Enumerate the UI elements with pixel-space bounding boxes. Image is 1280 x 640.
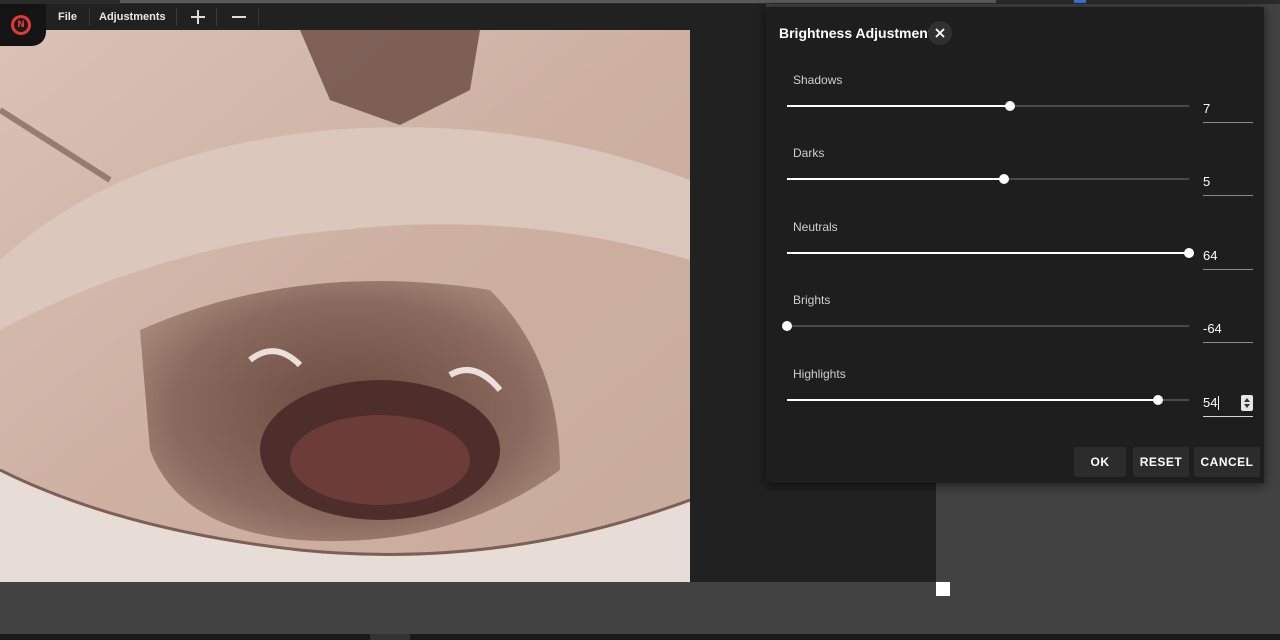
- resize-handle[interactable]: [936, 582, 950, 596]
- darks-slider[interactable]: [787, 174, 1189, 184]
- menu-file[interactable]: File: [50, 4, 85, 30]
- slider-thumb[interactable]: [782, 321, 792, 331]
- slider-fill: [787, 252, 1189, 254]
- slider-fill: [787, 178, 1005, 180]
- slider-label: Highlights: [793, 367, 846, 381]
- status-bar: [0, 634, 1280, 640]
- brights-input[interactable]: -64: [1203, 320, 1253, 343]
- neutrals-input[interactable]: 64: [1203, 247, 1253, 270]
- slider-thumb[interactable]: [1152, 395, 1163, 405]
- slider-row-neutrals: Neutrals 64: [766, 220, 1264, 290]
- slider-row-darks: Darks 5: [766, 146, 1264, 216]
- text-caret: [1218, 396, 1219, 410]
- highlights-input[interactable]: 54: [1203, 394, 1253, 417]
- dialog-title: Brightness Adjustment: [779, 25, 933, 41]
- logo-icon: N: [11, 15, 31, 35]
- menu-divider: [216, 8, 217, 26]
- slider-label: Shadows: [793, 73, 843, 87]
- edited-photo: [0, 30, 690, 582]
- indicator: [1074, 0, 1086, 3]
- cancel-button[interactable]: CANCEL: [1194, 447, 1260, 477]
- minus-icon: [232, 16, 246, 18]
- darks-input[interactable]: 5: [1203, 173, 1253, 196]
- menu-divider: [176, 8, 177, 26]
- close-button[interactable]: [928, 21, 952, 45]
- shadows-input[interactable]: 7: [1203, 100, 1253, 123]
- menu-divider: [258, 8, 259, 26]
- slider-label: Darks: [793, 146, 825, 160]
- slider-fill: [787, 399, 1158, 401]
- close-icon: [935, 28, 945, 38]
- status-tab: [370, 634, 410, 640]
- spinner-arrows-icon: [1244, 398, 1250, 408]
- shadows-slider[interactable]: [787, 101, 1189, 111]
- horizontal-scrollbar[interactable]: [120, 0, 996, 3]
- slider-thumb[interactable]: [999, 174, 1010, 184]
- menu-divider: [89, 8, 90, 26]
- slider-label: Brights: [793, 293, 831, 307]
- number-spinner[interactable]: [1241, 395, 1253, 411]
- zoom-out-button[interactable]: [225, 4, 253, 30]
- reset-button[interactable]: RESET: [1133, 447, 1189, 477]
- brights-slider[interactable]: [782, 321, 1189, 331]
- neutrals-slider[interactable]: [787, 248, 1194, 258]
- app-logo[interactable]: N: [0, 4, 46, 46]
- slider-thumb[interactable]: [1184, 248, 1194, 258]
- highlights-slider[interactable]: [787, 395, 1189, 405]
- zoom-in-button[interactable]: [184, 4, 212, 30]
- menu-adjustments[interactable]: Adjustments: [91, 4, 174, 30]
- image-canvas[interactable]: [0, 30, 690, 582]
- slider-row-highlights: Highlights 54: [766, 367, 1264, 437]
- ok-button[interactable]: OK: [1074, 447, 1126, 477]
- slider-row-brights: Brights -64: [766, 293, 1264, 363]
- brightness-dialog: Brightness Adjustment Shadows 7 Darks 5 …: [766, 7, 1264, 483]
- slider-row-shadows: Shadows 7: [766, 73, 1264, 143]
- slider-fill: [787, 105, 1011, 107]
- plus-icon: [191, 10, 205, 24]
- slider-label: Neutrals: [793, 220, 838, 234]
- slider-thumb[interactable]: [1005, 101, 1016, 111]
